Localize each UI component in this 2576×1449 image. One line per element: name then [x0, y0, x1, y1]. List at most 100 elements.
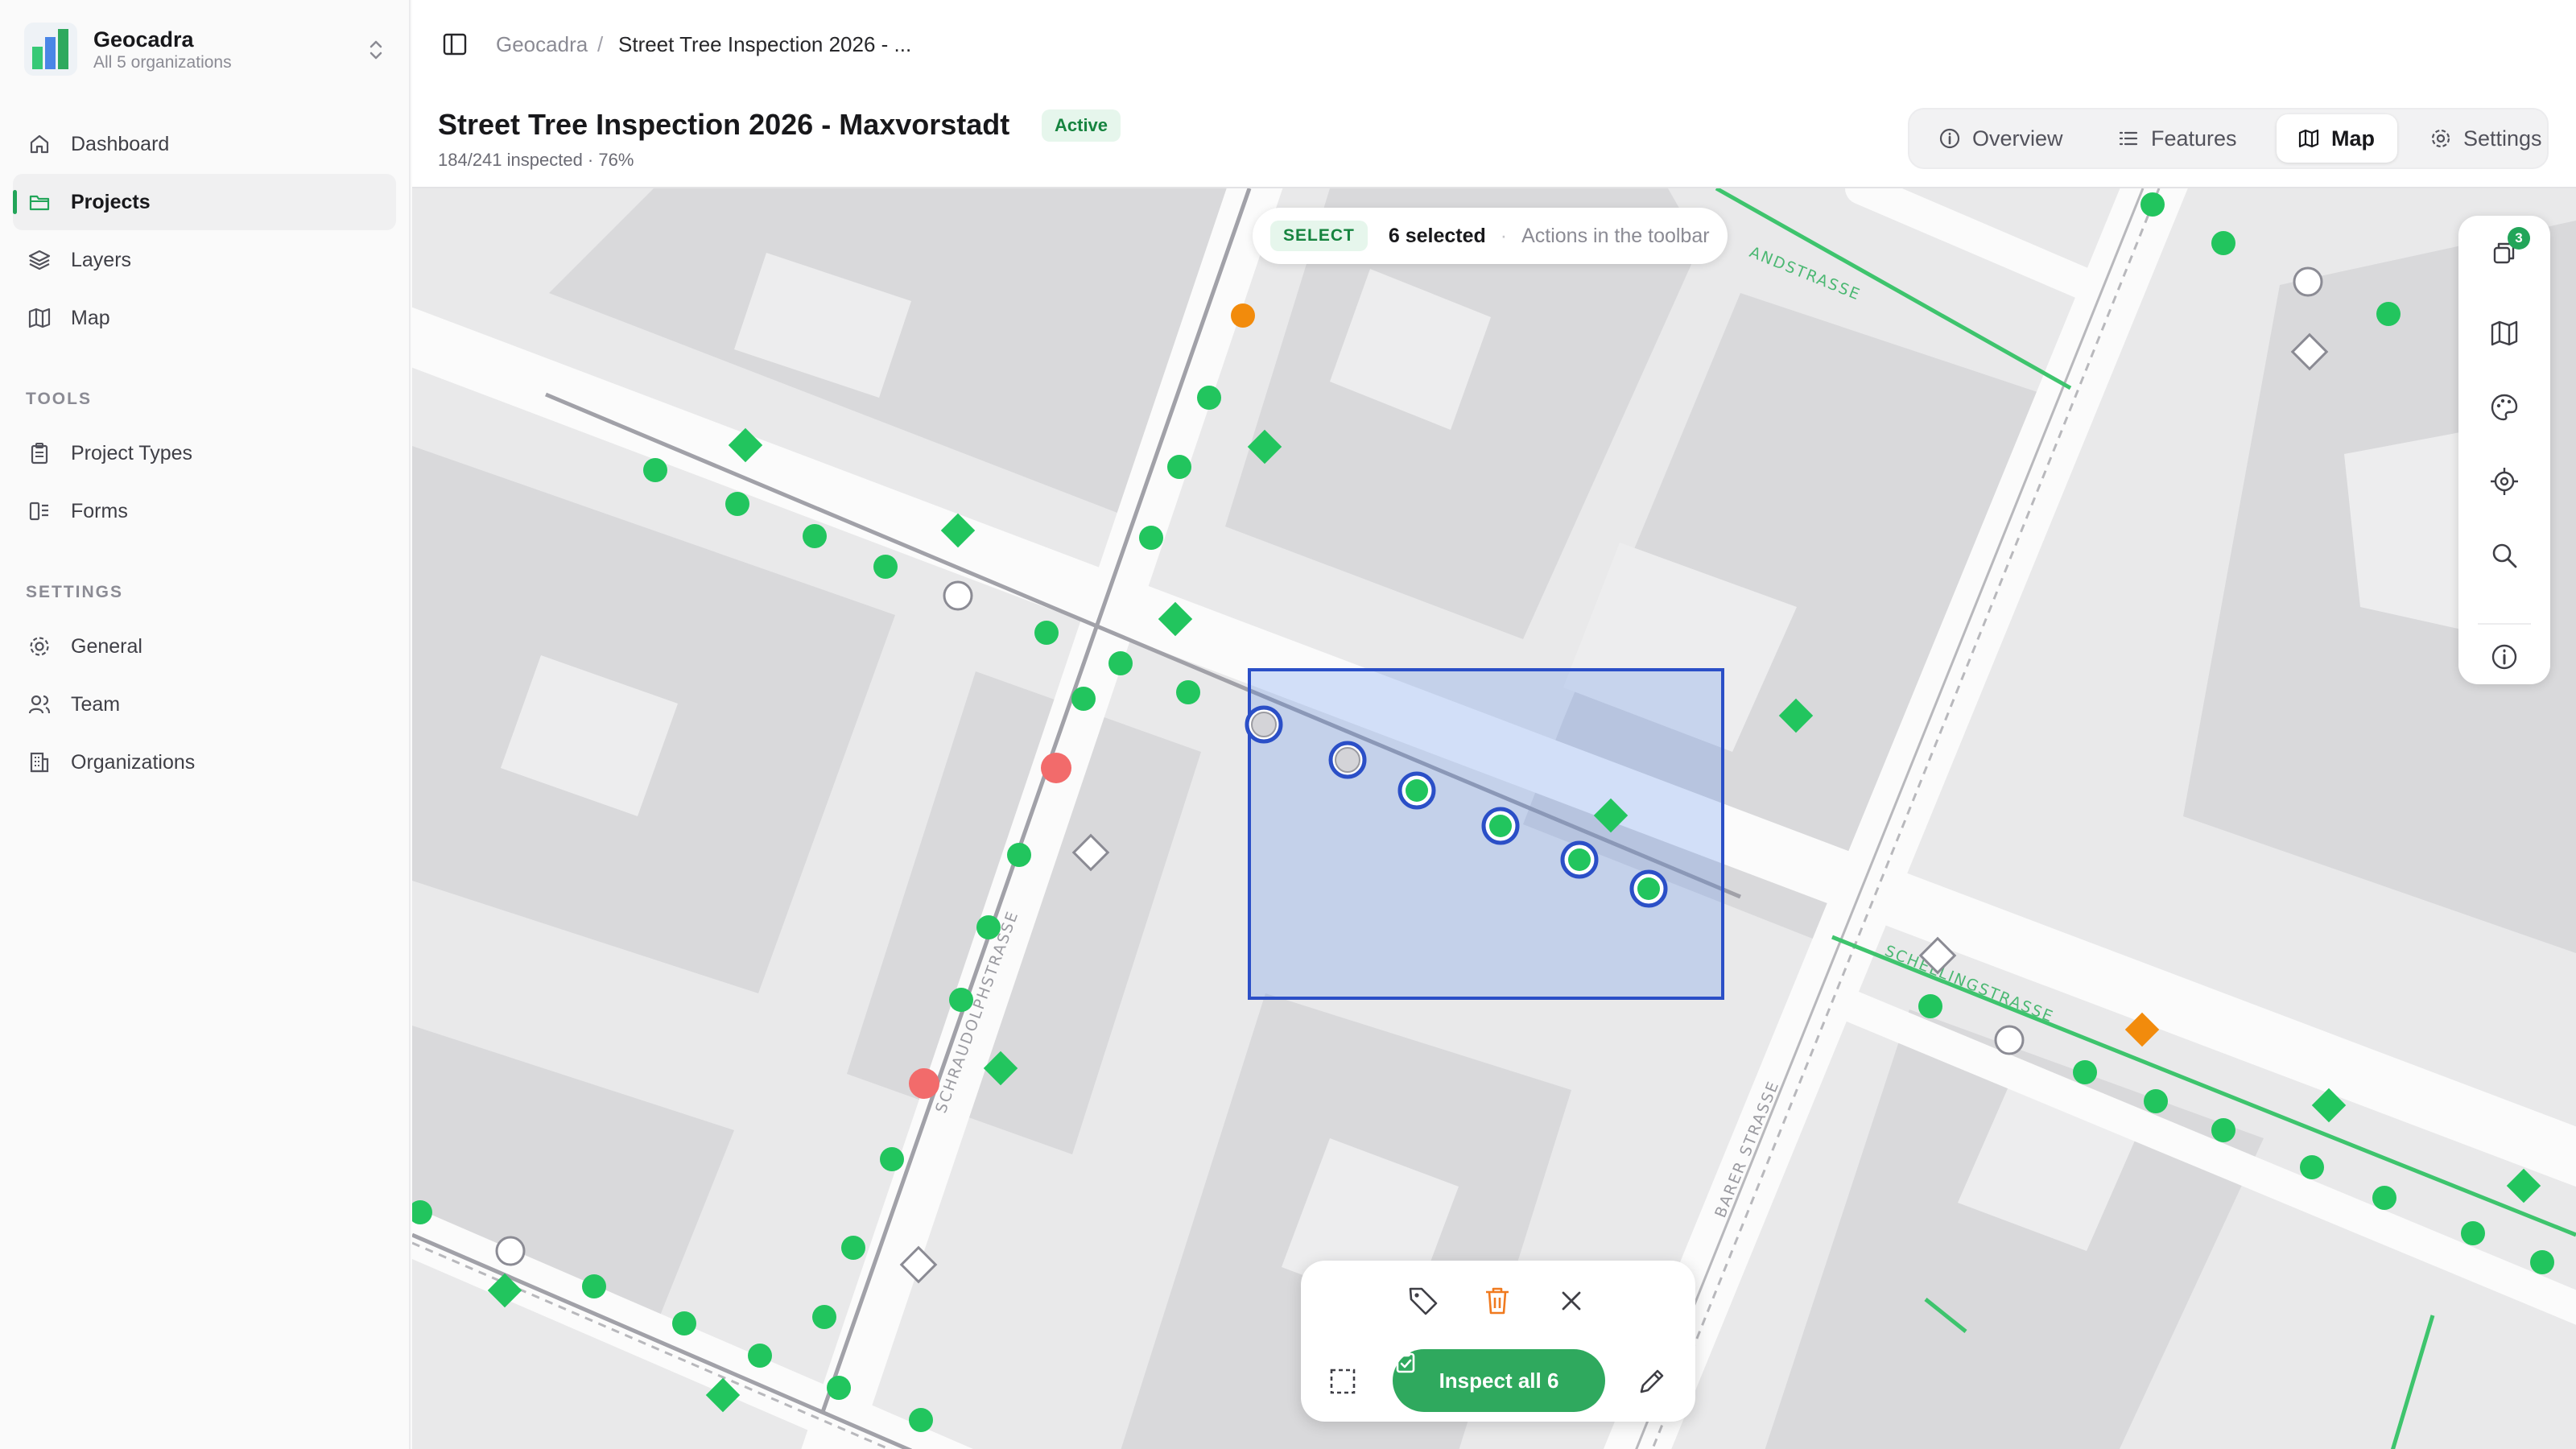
tree-marker[interactable] [2211, 1118, 2235, 1142]
sidebar-item-organizations[interactable]: Organizations [13, 734, 396, 791]
tree-marker[interactable] [643, 458, 667, 482]
tree-marker[interactable] [2372, 1186, 2396, 1210]
sidebar-item-label: Layers [71, 248, 132, 271]
tree-marker[interactable] [1167, 455, 1191, 479]
tree-marker[interactable] [2140, 192, 2165, 217]
search-icon[interactable] [2488, 539, 2520, 572]
sidebar-item-label: Forms [71, 499, 128, 522]
home-icon [27, 132, 52, 156]
sidebar-item-team[interactable]: Team [13, 676, 396, 733]
tree-marker[interactable] [2144, 1089, 2168, 1113]
clipboard-check-icon [1396, 1350, 1415, 1373]
tree-marker[interactable] [1918, 994, 1942, 1018]
tree-marker[interactable] [976, 915, 1001, 939]
tree-marker[interactable] [2461, 1221, 2485, 1245]
tree-marker[interactable] [873, 555, 898, 579]
sidebar-item-general[interactable]: General [13, 618, 396, 675]
tab-label: Settings [2463, 126, 2542, 151]
tab-features[interactable]: Features [2096, 114, 2265, 163]
tree-marker[interactable] [1007, 843, 1031, 867]
tree-marker[interactable] [2211, 231, 2235, 255]
tree-marker[interactable] [748, 1344, 772, 1368]
tree-marker[interactable] [1034, 621, 1059, 645]
tree-marker[interactable] [841, 1236, 865, 1260]
tree-marker-critical[interactable] [1041, 753, 1071, 783]
tree-marker[interactable] [2073, 1060, 2097, 1084]
tree-marker-uninspected[interactable] [2293, 266, 2323, 297]
tree-marker[interactable] [2530, 1250, 2554, 1274]
tree-marker[interactable] [725, 492, 749, 516]
tree-marker-inner [1489, 815, 1512, 837]
page-title: Street Tree Inspection 2026 - Maxvorstad… [438, 108, 1010, 141]
org-switcher[interactable]: Geocadra All 5 organizations [24, 23, 394, 80]
inspect-all-button[interactable]: Inspect all 6 [1393, 1349, 1605, 1412]
tree-marker-uninspected[interactable] [1994, 1025, 2025, 1055]
basemap-icon[interactable] [2488, 317, 2520, 349]
map-icon [27, 306, 52, 330]
sidebar-item-layers[interactable]: Layers [13, 232, 396, 288]
gear-icon [2429, 127, 2452, 150]
tree-marker[interactable] [1108, 651, 1133, 675]
tree-marker-inner [1406, 779, 1428, 802]
selection-toolbar: Inspect all 6 [1301, 1261, 1695, 1422]
palette-icon[interactable] [2488, 391, 2520, 423]
tree-marker[interactable] [827, 1376, 851, 1400]
sidebar-item-label: Project Types [71, 441, 193, 464]
tree-marker[interactable] [880, 1147, 904, 1171]
sidebar-toggle-icon[interactable] [441, 31, 469, 58]
view-tabs: Overview Features Map Settings [1908, 108, 2549, 169]
tree-marker[interactable] [672, 1311, 696, 1335]
tree-marker[interactable] [1197, 386, 1221, 410]
tree-marker-diamond[interactable] [2506, 1168, 2541, 1203]
selection-status-pill: SELECT 6 selected · Actions in the toolb… [1253, 208, 1728, 264]
breadcrumb-current: Street Tree Inspection 2026 - ... [618, 32, 912, 56]
locate-icon[interactable] [2488, 465, 2520, 497]
trash-icon[interactable] [1480, 1283, 1515, 1319]
tree-marker[interactable] [2300, 1155, 2324, 1179]
progress-text: 184/241 inspected · 76% [438, 150, 634, 170]
layers-stack-icon[interactable]: 3 [2488, 227, 2530, 269]
box-select-icon[interactable] [1325, 1364, 1360, 1399]
selection-hint: Actions in the toolbar [1521, 224, 1710, 247]
tree-marker[interactable] [1071, 687, 1096, 711]
selection-separator: · [1500, 224, 1508, 247]
sidebar-item-forms[interactable]: Forms [13, 483, 396, 539]
main-content: Geocadra / Street Tree Inspection 2026 -… [412, 0, 2576, 1449]
tab-settings[interactable]: Settings [2409, 114, 2542, 163]
tree-marker[interactable] [909, 1408, 933, 1432]
tag-icon[interactable] [1406, 1283, 1441, 1319]
layers-count-badge: 3 [2508, 227, 2530, 250]
breadcrumb-root[interactable]: Geocadra [496, 32, 588, 57]
tree-marker[interactable] [582, 1274, 606, 1298]
chevron-up-down-icon[interactable] [364, 34, 388, 66]
tree-marker[interactable] [2376, 302, 2401, 326]
tree-marker-uninspected[interactable] [943, 580, 973, 611]
folder-icon [27, 190, 52, 214]
sidebar-item-dashboard[interactable]: Dashboard [13, 116, 396, 172]
tree-marker[interactable] [812, 1305, 836, 1329]
tree-marker[interactable] [803, 524, 827, 548]
tree-marker[interactable] [1139, 526, 1163, 550]
tab-overview[interactable]: Overview [1918, 114, 2087, 163]
tree-marker[interactable] [949, 988, 973, 1012]
tree-marker-critical[interactable] [909, 1068, 939, 1099]
status-badge: Active [1042, 109, 1121, 142]
building-icon [27, 750, 52, 774]
pencil-icon[interactable] [1634, 1364, 1670, 1399]
close-icon[interactable] [1554, 1283, 1589, 1319]
sidebar-item-map[interactable]: Map [13, 290, 396, 346]
tree-marker[interactable] [1176, 680, 1200, 704]
tools-divider [2478, 623, 2531, 625]
layers-icon [27, 248, 52, 272]
tree-marker[interactable] [1231, 303, 1255, 328]
sidebar-item-label: Team [71, 692, 121, 716]
tree-marker-uninspected[interactable] [495, 1236, 526, 1266]
tab-map[interactable]: Map [2277, 114, 2397, 163]
sidebar: Geocadra All 5 organizations Dashboard P… [0, 0, 411, 1449]
sidebar-item-project-types[interactable]: Project Types [13, 425, 396, 481]
sidebar-item-projects[interactable]: Projects [13, 174, 396, 230]
map-canvas[interactable]: SCHRAUDOLPHSTRASSE BARER STRASSE SCHELLI… [412, 187, 2576, 1449]
info-icon[interactable] [2488, 641, 2520, 673]
geocadra-logo-icon [24, 23, 77, 76]
breadcrumb-separator: / [597, 32, 604, 56]
